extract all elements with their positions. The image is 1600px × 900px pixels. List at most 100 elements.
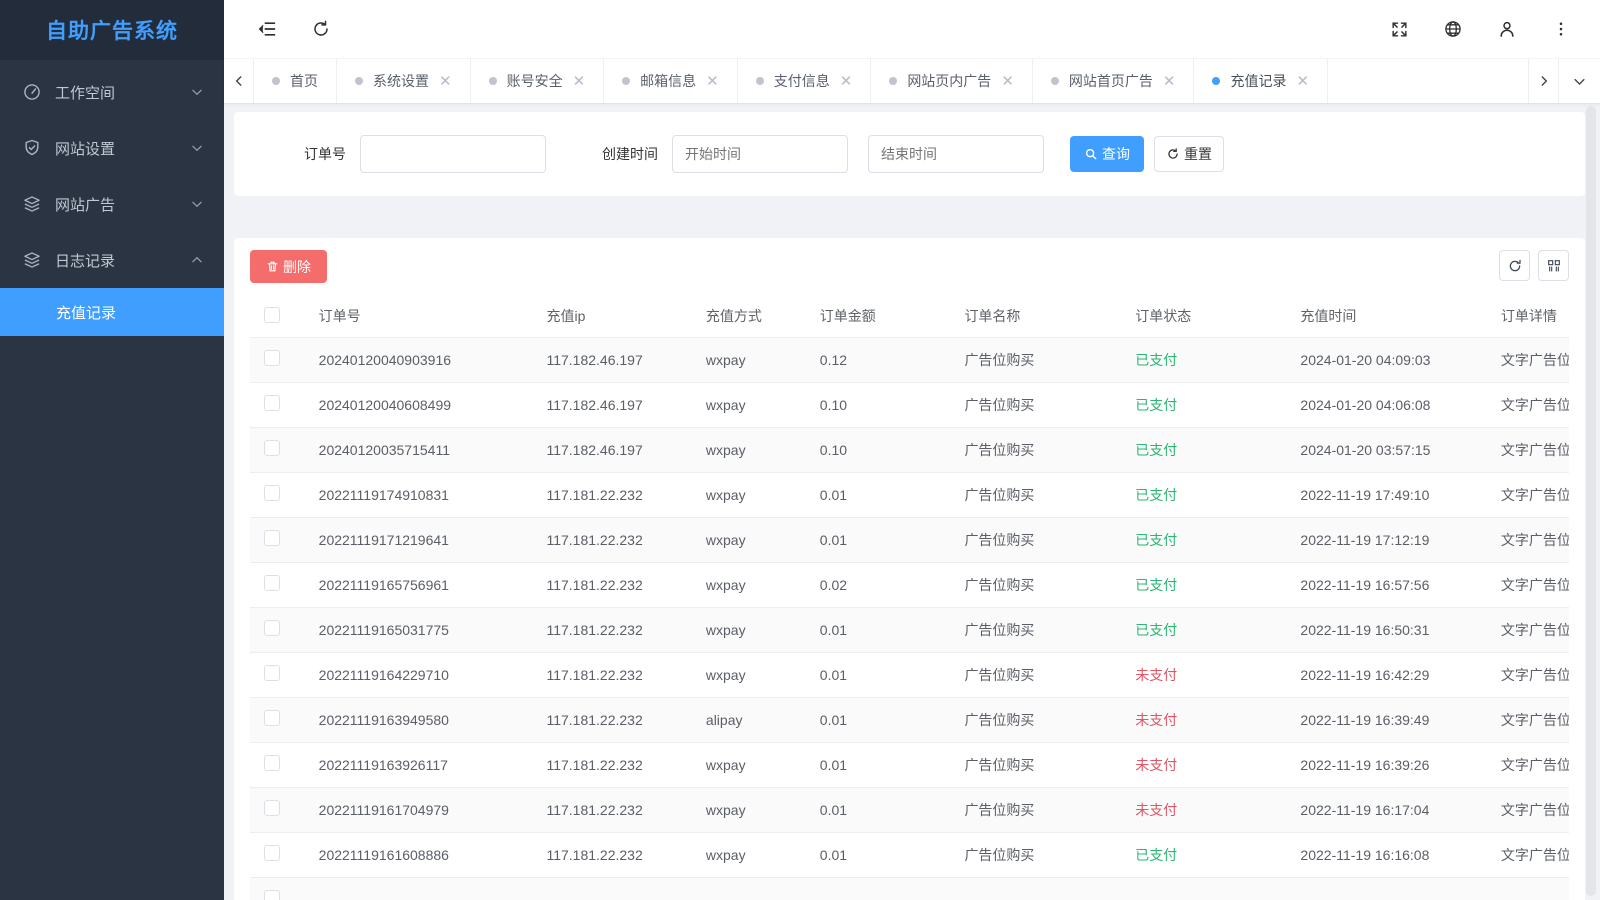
row-checkbox[interactable]: [264, 800, 280, 816]
cell-select: [250, 427, 305, 472]
select-all-checkbox[interactable]: [264, 307, 280, 323]
cell-method: wxpay: [692, 517, 806, 562]
tab-label: 网站首页广告: [1069, 71, 1153, 91]
row-checkbox[interactable]: [264, 845, 280, 861]
table-row: 20221119163926117117.181.22.232wxpay0.01…: [250, 742, 1569, 787]
query-button-label: 查询: [1102, 144, 1130, 164]
vertical-scrollbar[interactable]: [1586, 106, 1596, 896]
cell-method: wxpay: [692, 337, 806, 382]
cell-method: wxpay: [692, 427, 806, 472]
cell-name: 广告位购买: [950, 787, 1121, 832]
row-checkbox[interactable]: [264, 710, 280, 726]
fullscreen-icon[interactable]: [1382, 12, 1416, 46]
row-checkbox[interactable]: [264, 665, 280, 681]
sidebar-item-label: 网站设置: [55, 138, 190, 159]
tab-1[interactable]: 系统设置 ✕: [337, 59, 471, 103]
order-no-field-group: 订单号: [304, 135, 546, 173]
cell-time: 2022-11-19 16:39:26: [1286, 742, 1486, 787]
reset-button[interactable]: 重置: [1154, 136, 1224, 172]
tab-label: 系统设置: [373, 71, 429, 91]
table-scroll-area[interactable]: 订单号充值ip充值方式订单金额订单名称订单状态充值时间订单详情操作 202401…: [250, 296, 1569, 900]
tab-close-icon[interactable]: ✕: [1001, 74, 1014, 89]
delete-button[interactable]: 删除: [250, 250, 327, 283]
tabs-scroll-right-button[interactable]: [1528, 59, 1558, 103]
row-checkbox[interactable]: [264, 575, 280, 591]
cell-time: 2022-11-19 16:50:31: [1286, 607, 1486, 652]
start-time-input[interactable]: [672, 135, 848, 173]
cell-status: 已支付: [1121, 562, 1286, 607]
table-row-partial: [250, 877, 1569, 900]
cell-amount: 0.01: [806, 697, 951, 742]
status-badge: 已支付: [1135, 847, 1177, 863]
cell-ip: 117.181.22.232: [532, 832, 691, 877]
tab-6[interactable]: 网站首页广告 ✕: [1033, 59, 1195, 103]
sidebar-item-label: 日志记录: [55, 250, 190, 271]
cell-select: [250, 562, 305, 607]
table-refresh-button[interactable]: [1499, 250, 1530, 281]
table-row: 20221119161608886117.181.22.232wxpay0.01…: [250, 832, 1569, 877]
column-header-1: 充值ip: [532, 296, 691, 337]
sidebar: 自助广告系统 工作空间网站设置网站广告日志记录 充值记录: [0, 0, 224, 900]
tab-0[interactable]: 首页: [254, 59, 337, 103]
sidebar-item-1[interactable]: 网站设置: [0, 120, 224, 176]
cell-ip: 117.182.46.197: [532, 337, 691, 382]
sidebar-item-3[interactable]: 日志记录: [0, 232, 224, 288]
layers-icon: [22, 194, 42, 214]
more-options-icon[interactable]: [1544, 12, 1578, 46]
status-badge: 未支付: [1135, 712, 1177, 728]
row-checkbox[interactable]: [264, 395, 280, 411]
fold-menu-icon[interactable]: [250, 12, 284, 46]
tab-7[interactable]: 充值记录✕: [1194, 59, 1328, 103]
cell-detail: 文字广告位|word|...: [1487, 832, 1569, 877]
sidebar-subitem-recharge-records[interactable]: 充值记录: [0, 288, 224, 336]
globe-icon[interactable]: [1436, 12, 1470, 46]
cell-status: 未支付: [1121, 697, 1286, 742]
sidebar-item-0[interactable]: 工作空间: [0, 64, 224, 120]
cell-status: 已支付: [1121, 427, 1286, 472]
row-checkbox[interactable]: [264, 350, 280, 366]
refresh-page-icon[interactable]: [304, 12, 338, 46]
cell-name: 广告位购买: [950, 382, 1121, 427]
end-time-input[interactable]: [868, 135, 1044, 173]
cell-method: wxpay: [692, 562, 806, 607]
sidebar-menu: 工作空间网站设置网站广告日志记录: [0, 60, 224, 288]
row-checkbox[interactable]: [264, 440, 280, 456]
tab-label: 邮箱信息: [640, 71, 696, 91]
tabs-scroll-left-button[interactable]: [224, 59, 254, 103]
tab-3[interactable]: 邮箱信息 ✕: [604, 59, 738, 103]
cell-order-no: 20221119164229710: [305, 652, 533, 697]
tab-close-icon[interactable]: ✕: [1296, 74, 1309, 89]
tab-2[interactable]: 账号安全✕: [471, 59, 605, 103]
cell-amount: 0.01: [806, 787, 951, 832]
table-header-row: 订单号充值ip充值方式订单金额订单名称订单状态充值时间订单详情操作: [250, 296, 1569, 337]
tab-close-icon[interactable]: ✕: [1163, 74, 1176, 89]
cell-time: 2024-01-20 04:06:08: [1286, 382, 1486, 427]
status-badge: 已支付: [1135, 352, 1177, 368]
row-checkbox[interactable]: [264, 755, 280, 771]
tab-4[interactable]: 支付信息✕: [738, 59, 872, 103]
row-checkbox[interactable]: [264, 530, 280, 546]
cell-order-no: 20221119165031775: [305, 607, 533, 652]
tab-close-icon[interactable]: ✕: [439, 74, 452, 89]
cell-select: [250, 697, 305, 742]
user-icon[interactable]: [1490, 12, 1524, 46]
query-button[interactable]: 查询: [1070, 136, 1144, 172]
column-settings-button[interactable]: [1538, 250, 1569, 281]
tabs-dropdown-button[interactable]: [1558, 59, 1600, 103]
tab-5[interactable]: 网站页内广告 ✕: [871, 59, 1033, 103]
order-no-input[interactable]: [360, 135, 546, 173]
row-checkbox[interactable]: [264, 890, 280, 900]
tab-close-icon[interactable]: ✕: [573, 74, 586, 89]
row-checkbox[interactable]: [264, 485, 280, 501]
tab-close-icon[interactable]: ✕: [840, 74, 853, 89]
sidebar-item-2[interactable]: 网站广告: [0, 176, 224, 232]
tab-status-dot: [1051, 77, 1059, 85]
column-header-6: 充值时间: [1286, 296, 1486, 337]
tab-close-icon[interactable]: ✕: [706, 74, 719, 89]
cell-order-no: 20221119165756961: [305, 562, 533, 607]
status-badge: 已支付: [1135, 622, 1177, 638]
cell-detail: 文字广告位|word|...: [1487, 697, 1569, 742]
tab-label: 网站页内广告: [907, 71, 991, 91]
row-checkbox[interactable]: [264, 620, 280, 636]
tab-status-dot: [272, 77, 280, 85]
